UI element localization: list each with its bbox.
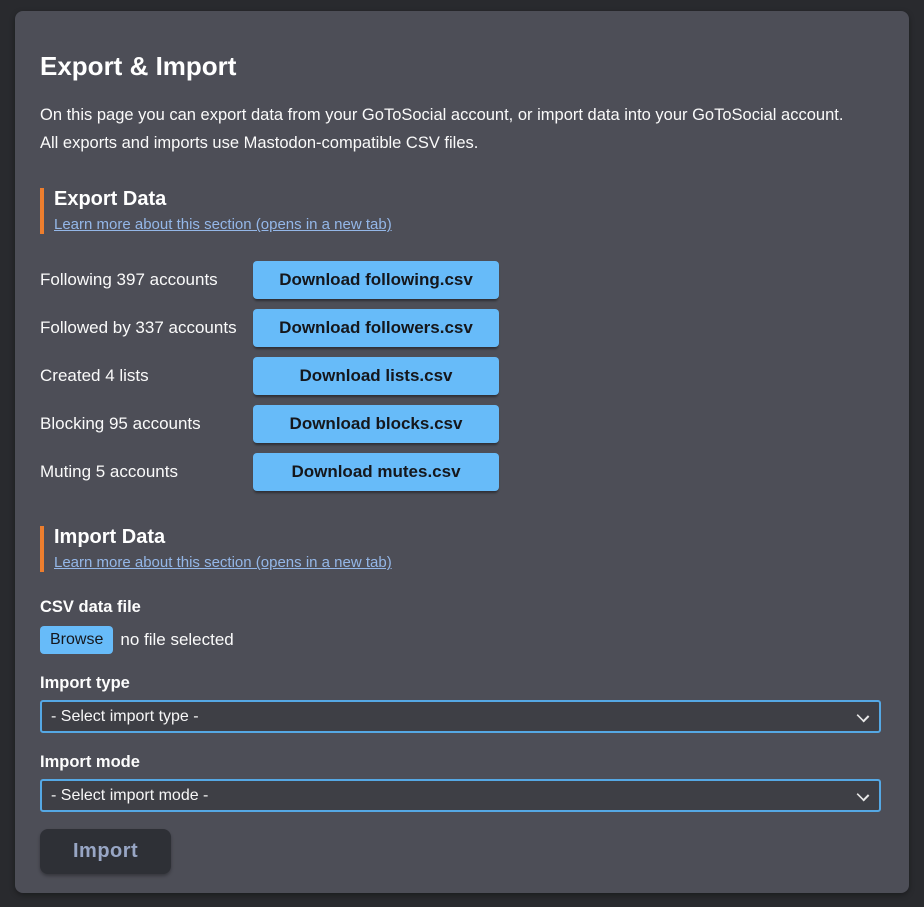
page-title: Export & Import	[40, 51, 884, 82]
download-following-button[interactable]: Download following.csv	[253, 261, 499, 299]
download-blocks-button[interactable]: Download blocks.csv	[253, 405, 499, 443]
intro-line-2: All exports and imports use Mastodon-com…	[40, 129, 884, 157]
export-section-header: Export Data Learn more about this sectio…	[40, 188, 884, 234]
export-row-label: Muting 5 accounts	[40, 462, 253, 482]
export-row-mutes: Muting 5 accounts Download mutes.csv	[40, 453, 884, 491]
export-row-following: Following 397 accounts Download followin…	[40, 261, 884, 299]
import-learn-more-link[interactable]: Learn more about this section (opens in …	[54, 554, 392, 571]
browse-button[interactable]: Browse	[40, 626, 113, 654]
intro-line-1: On this page you can export data from yo…	[40, 101, 884, 129]
import-type-field: Import type - Select import type -	[40, 674, 884, 733]
intro-text: On this page you can export data from yo…	[40, 101, 884, 157]
import-section-header: Import Data Learn more about this sectio…	[40, 526, 884, 572]
export-row-label: Blocking 95 accounts	[40, 414, 253, 434]
import-mode-select[interactable]: - Select import mode -	[40, 779, 881, 812]
import-mode-select-wrap: - Select import mode -	[40, 779, 881, 812]
export-row-label: Followed by 337 accounts	[40, 318, 253, 338]
import-submit-button[interactable]: Import	[40, 829, 171, 874]
export-section-heading: Export Data	[54, 188, 884, 211]
file-input-row: Browse no file selected	[40, 626, 884, 654]
import-section-heading: Import Data	[54, 526, 884, 549]
import-type-select[interactable]: - Select import type -	[40, 700, 881, 733]
download-mutes-button[interactable]: Download mutes.csv	[253, 453, 499, 491]
export-row-label: Following 397 accounts	[40, 270, 253, 290]
import-mode-label: Import mode	[40, 753, 884, 772]
import-type-label: Import type	[40, 674, 884, 693]
export-row-lists: Created 4 lists Download lists.csv	[40, 357, 884, 395]
import-mode-field: Import mode - Select import mode -	[40, 753, 884, 812]
export-import-panel: Export & Import On this page you can exp…	[15, 11, 909, 893]
export-rows: Following 397 accounts Download followin…	[40, 261, 884, 491]
download-followers-button[interactable]: Download followers.csv	[253, 309, 499, 347]
export-row-label: Created 4 lists	[40, 366, 253, 386]
import-type-select-wrap: - Select import type -	[40, 700, 881, 733]
csv-file-field: CSV data file Browse no file selected	[40, 598, 884, 654]
csv-file-label: CSV data file	[40, 598, 884, 617]
export-row-blocks: Blocking 95 accounts Download blocks.csv	[40, 405, 884, 443]
file-status-text: no file selected	[120, 630, 233, 650]
export-row-followers: Followed by 337 accounts Download follow…	[40, 309, 884, 347]
export-learn-more-link[interactable]: Learn more about this section (opens in …	[54, 216, 392, 233]
download-lists-button[interactable]: Download lists.csv	[253, 357, 499, 395]
